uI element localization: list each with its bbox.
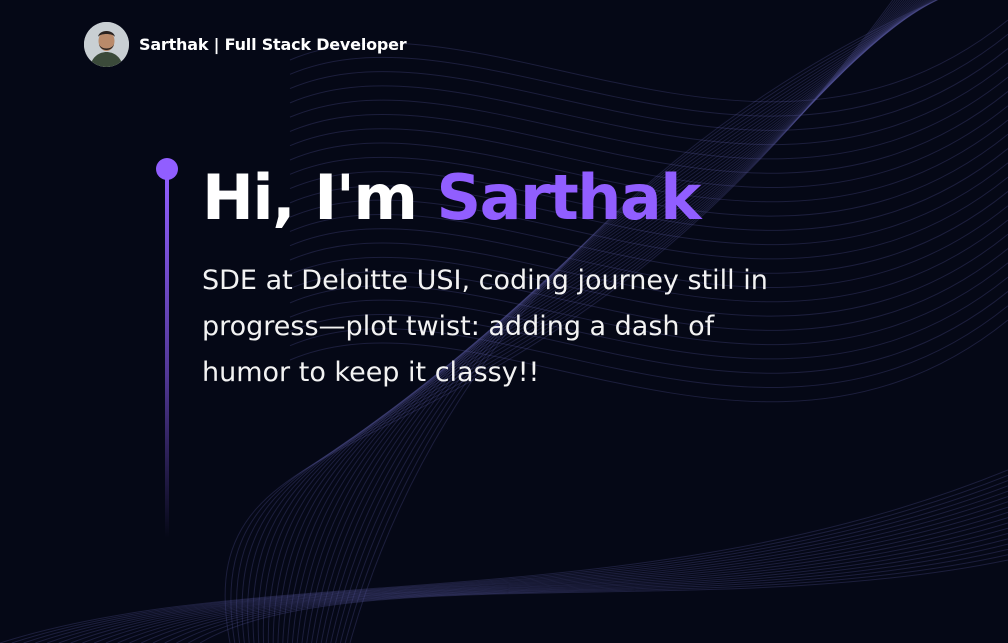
hero-section: Hi, I'm Sarthak SDE at Deloitte USI, cod…	[202, 150, 982, 396]
brand-title: Sarthak | Full Stack Developer	[139, 35, 407, 54]
avatar	[84, 22, 129, 67]
accent-bar	[165, 176, 169, 538]
hero-greeting: Hi, I'm	[202, 161, 437, 234]
hero-name: Sarthak	[436, 161, 702, 234]
hero-subtitle: SDE at Deloitte USI, coding journey stil…	[202, 265, 768, 388]
hero-title: Hi, I'm Sarthak	[202, 150, 982, 246]
avatar-icon	[84, 22, 129, 67]
site-header-brand[interactable]: Sarthak | Full Stack Developer	[84, 22, 407, 67]
hero-accent-line	[156, 158, 180, 538]
